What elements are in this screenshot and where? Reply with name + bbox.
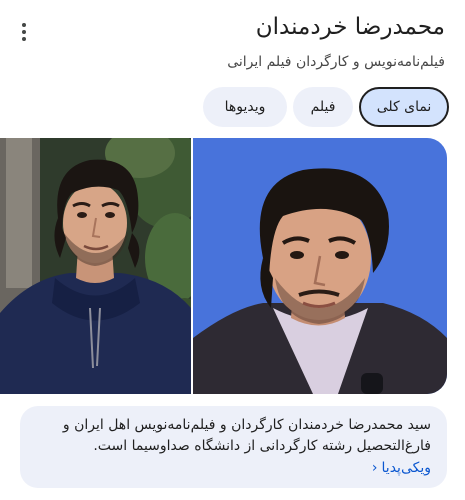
tab-overview[interactable]: نمای کلی bbox=[359, 87, 449, 127]
description-text: سید محمدرضا خردمندان کارگردان و فیلم‌نام… bbox=[62, 417, 431, 454]
chevron-left-icon: ‹ bbox=[371, 460, 378, 476]
description-card: سید محمدرضا خردمندان کارگردان و فیلم‌نام… bbox=[20, 406, 447, 488]
person-photo-portrait[interactable] bbox=[193, 138, 447, 394]
person-photo-outdoor[interactable] bbox=[0, 138, 191, 394]
wikipedia-link-label: ویکی‌پدیا bbox=[381, 460, 431, 476]
tab-videos[interactable]: ویدیوها bbox=[203, 87, 287, 127]
entity-tabs: نمای کلی فیلم ویدیوها bbox=[203, 87, 449, 127]
photo-strip bbox=[0, 138, 465, 394]
entity-title: محمدرضا خردمندان bbox=[255, 14, 445, 40]
more-options-icon[interactable] bbox=[12, 20, 36, 44]
entity-subtitle: فیلم‌نامه‌نویس و کارگردان فیلم ایرانی bbox=[227, 54, 445, 70]
tab-film[interactable]: فیلم bbox=[293, 87, 353, 127]
wikipedia-link[interactable]: ویکی‌پدیا‹ bbox=[372, 458, 431, 478]
knowledge-panel-header: محمدرضا خردمندان فیلم‌نامه‌نویس و کارگرد… bbox=[0, 0, 465, 130]
